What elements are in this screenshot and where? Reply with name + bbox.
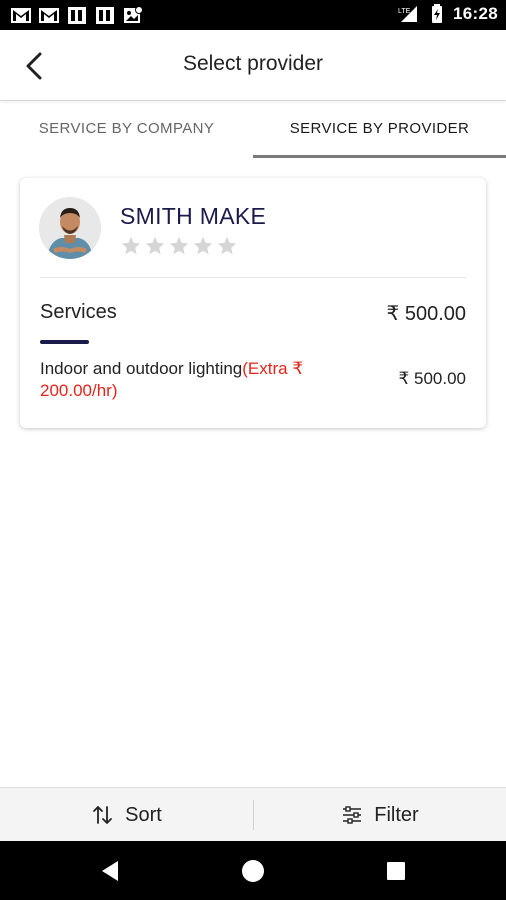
service-item-description: Indoor and outdoor lighting(Extra ₹ 200.… bbox=[40, 358, 340, 402]
provider-name: SMITH MAKE bbox=[120, 203, 267, 229]
star-empty-icon bbox=[169, 236, 189, 255]
sort-label: Sort bbox=[125, 803, 162, 826]
status-time: 16:28 bbox=[453, 4, 498, 23]
card-divider bbox=[40, 277, 466, 278]
gmail-icon bbox=[11, 8, 31, 23]
services-total-price: ₹ 500.00 bbox=[386, 303, 466, 325]
nav-back-icon[interactable] bbox=[94, 855, 126, 887]
page-title: Select provider bbox=[182, 52, 324, 75]
gmail-icon bbox=[39, 8, 59, 23]
star-empty-icon bbox=[145, 236, 165, 255]
bottom-action-bar: Sort Filter bbox=[0, 787, 506, 842]
filter-sliders-icon bbox=[343, 806, 362, 824]
section-accent-line bbox=[40, 340, 89, 344]
tab-bar: SERVICE BY COMPANY SERVICE BY PROVIDER bbox=[0, 101, 506, 158]
sort-arrows-icon bbox=[93, 806, 113, 824]
status-notifications bbox=[10, 5, 144, 25]
battery-icon bbox=[432, 4, 443, 23]
app-bar: Select provider bbox=[0, 30, 506, 101]
sort-button[interactable]: Sort bbox=[0, 788, 253, 842]
star-empty-icon bbox=[121, 236, 141, 255]
status-system: LTE 16:28 bbox=[397, 4, 498, 24]
status-bar: LTE 16:28 bbox=[0, 0, 506, 30]
filter-label: Filter bbox=[374, 803, 419, 826]
nav-home-icon[interactable] bbox=[237, 855, 269, 887]
svg-text:LTE: LTE bbox=[398, 8, 411, 15]
active-tab-indicator bbox=[253, 155, 506, 158]
services-label: Services bbox=[40, 301, 117, 323]
avatar bbox=[39, 197, 101, 259]
star-empty-icon bbox=[193, 236, 213, 255]
notification-icon bbox=[96, 7, 114, 24]
service-item-name: Indoor and outdoor lighting bbox=[40, 359, 243, 378]
tab-service-by-provider[interactable]: SERVICE BY PROVIDER bbox=[253, 101, 506, 157]
notification-icon bbox=[68, 7, 86, 24]
nav-recents-icon[interactable] bbox=[380, 855, 412, 887]
gallery-icon bbox=[124, 6, 143, 23]
rating-stars bbox=[120, 235, 238, 257]
signal-icon: LTE bbox=[398, 6, 418, 22]
provider-card[interactable]: SMITH MAKE Services ₹ 500.00 Indoor and … bbox=[20, 178, 486, 428]
star-empty-icon bbox=[217, 236, 237, 255]
tab-service-by-company[interactable]: SERVICE BY COMPANY bbox=[0, 101, 253, 157]
filter-button[interactable]: Filter bbox=[253, 788, 506, 842]
system-nav-bar bbox=[0, 841, 506, 900]
service-item-price: ₹ 500.00 bbox=[398, 369, 466, 388]
